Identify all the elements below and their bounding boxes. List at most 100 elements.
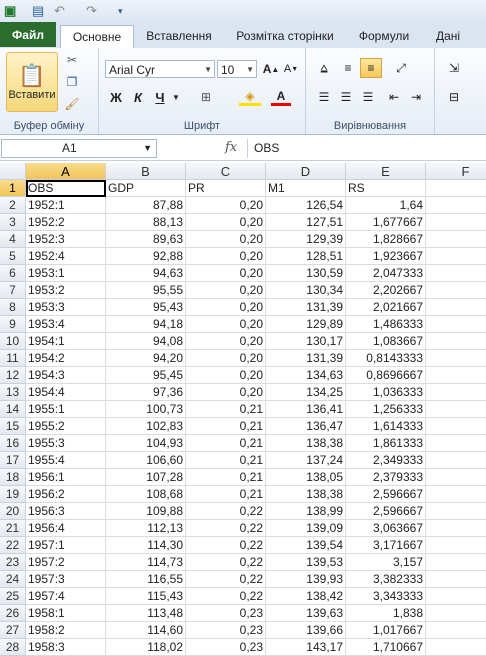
- row-header-14[interactable]: 14: [0, 401, 26, 418]
- column-header-a[interactable]: A: [26, 163, 106, 180]
- cell-e26[interactable]: 1,838: [346, 605, 426, 622]
- cell-c4[interactable]: 0,20: [186, 231, 266, 248]
- cell-d26[interactable]: 139,63: [266, 605, 346, 622]
- cell-a11[interactable]: 1954:2: [26, 350, 106, 367]
- cell-e4[interactable]: 1,828667: [346, 231, 426, 248]
- cell-f16[interactable]: [426, 435, 486, 452]
- row-header-3[interactable]: 3: [0, 214, 26, 231]
- cell-a8[interactable]: 1953:3: [26, 299, 106, 316]
- cell-e27[interactable]: 1,017667: [346, 622, 426, 639]
- grow-font-icon[interactable]: A ▲: [263, 60, 280, 78]
- tab-insert[interactable]: Вставлення: [140, 25, 218, 47]
- tab-formulas[interactable]: Формули: [352, 25, 416, 47]
- customize-qat-icon[interactable]: ▾: [118, 3, 123, 19]
- cell-d10[interactable]: 130,17: [266, 333, 346, 350]
- row-header-13[interactable]: 13: [0, 384, 26, 401]
- cell-b27[interactable]: 114,60: [106, 622, 186, 639]
- cell-d2[interactable]: 126,54: [266, 197, 346, 214]
- cell-c25[interactable]: 0,22: [186, 588, 266, 605]
- underline-dropdown-icon[interactable]: ▼: [171, 88, 181, 106]
- cell-a23[interactable]: 1957:2: [26, 554, 106, 571]
- cell-e11[interactable]: 0,8143333: [346, 350, 426, 367]
- cell-e21[interactable]: 3,063667: [346, 520, 426, 537]
- cell-c6[interactable]: 0,20: [186, 265, 266, 282]
- cell-d8[interactable]: 131,39: [266, 299, 346, 316]
- cell-e10[interactable]: 1,083667: [346, 333, 426, 350]
- cell-c13[interactable]: 0,20: [186, 384, 266, 401]
- column-header-f[interactable]: F: [426, 163, 486, 180]
- cell-c24[interactable]: 0,22: [186, 571, 266, 588]
- cell-a20[interactable]: 1956:3: [26, 503, 106, 520]
- cell-c3[interactable]: 0,20: [186, 214, 266, 231]
- column-header-c[interactable]: C: [186, 163, 266, 180]
- cell-f11[interactable]: [426, 350, 486, 367]
- column-header-b[interactable]: B: [106, 163, 186, 180]
- cell-a18[interactable]: 1956:1: [26, 469, 106, 486]
- cell-b15[interactable]: 102,83: [106, 418, 186, 435]
- cell-a17[interactable]: 1955:4: [26, 452, 106, 469]
- cut-icon[interactable]: ✂: [64, 52, 80, 68]
- tab-page-layout[interactable]: Розмітка сторінки: [226, 25, 344, 47]
- cell-d1[interactable]: M1: [266, 180, 346, 197]
- cell-e7[interactable]: 2,202667: [346, 282, 426, 299]
- cell-a1[interactable]: OBS: [26, 180, 106, 197]
- row-header-20[interactable]: 20: [0, 503, 26, 520]
- cell-d15[interactable]: 136,47: [266, 418, 346, 435]
- cell-b16[interactable]: 104,93: [106, 435, 186, 452]
- row-header-21[interactable]: 21: [0, 520, 26, 537]
- cell-a10[interactable]: 1954:1: [26, 333, 106, 350]
- cell-c8[interactable]: 0,20: [186, 299, 266, 316]
- cell-f28[interactable]: [426, 639, 486, 656]
- cell-b19[interactable]: 108,68: [106, 486, 186, 503]
- decrease-indent-icon[interactable]: ⇤: [384, 88, 404, 106]
- cell-a22[interactable]: 1957:1: [26, 537, 106, 554]
- cell-f8[interactable]: [426, 299, 486, 316]
- cell-a6[interactable]: 1953:1: [26, 265, 106, 282]
- cell-a4[interactable]: 1952:3: [26, 231, 106, 248]
- cell-e25[interactable]: 3,343333: [346, 588, 426, 605]
- cell-f25[interactable]: [426, 588, 486, 605]
- cell-e17[interactable]: 2,349333: [346, 452, 426, 469]
- cell-d16[interactable]: 138,38: [266, 435, 346, 452]
- cell-e16[interactable]: 1,861333: [346, 435, 426, 452]
- cell-a26[interactable]: 1958:1: [26, 605, 106, 622]
- cell-d11[interactable]: 131,39: [266, 350, 346, 367]
- row-header-22[interactable]: 22: [0, 537, 26, 554]
- cell-a25[interactable]: 1957:4: [26, 588, 106, 605]
- italic-button[interactable]: К: [129, 88, 147, 106]
- cell-b1[interactable]: GDP: [106, 180, 186, 197]
- copy-icon[interactable]: ❐: [64, 74, 80, 90]
- cell-c27[interactable]: 0,23: [186, 622, 266, 639]
- cell-f27[interactable]: [426, 622, 486, 639]
- cell-d3[interactable]: 127,51: [266, 214, 346, 231]
- format-painter-icon[interactable]: 🖌: [64, 96, 80, 112]
- cell-b22[interactable]: 114,30: [106, 537, 186, 554]
- cell-d28[interactable]: 143,17: [266, 639, 346, 656]
- font-name-combo[interactable]: Arial Cyr ▼: [105, 60, 215, 78]
- cell-f17[interactable]: [426, 452, 486, 469]
- cell-f7[interactable]: [426, 282, 486, 299]
- cell-e3[interactable]: 1,677667: [346, 214, 426, 231]
- cell-b20[interactable]: 109,88: [106, 503, 186, 520]
- cell-f20[interactable]: [426, 503, 486, 520]
- cell-b2[interactable]: 87,88: [106, 197, 186, 214]
- cell-b23[interactable]: 114,73: [106, 554, 186, 571]
- cell-b13[interactable]: 97,36: [106, 384, 186, 401]
- cell-f10[interactable]: [426, 333, 486, 350]
- cell-a19[interactable]: 1956:2: [26, 486, 106, 503]
- cell-f4[interactable]: [426, 231, 486, 248]
- cell-f13[interactable]: [426, 384, 486, 401]
- cell-d14[interactable]: 136,41: [266, 401, 346, 418]
- cell-f2[interactable]: [426, 197, 486, 214]
- cell-b14[interactable]: 100,73: [106, 401, 186, 418]
- save-icon[interactable]: ▤: [32, 3, 44, 19]
- cell-d20[interactable]: 138,99: [266, 503, 346, 520]
- row-header-19[interactable]: 19: [0, 486, 26, 503]
- cell-c20[interactable]: 0,22: [186, 503, 266, 520]
- cell-f24[interactable]: [426, 571, 486, 588]
- cell-a14[interactable]: 1955:1: [26, 401, 106, 418]
- paste-button[interactable]: 📋 Вставити: [6, 52, 58, 112]
- cell-c16[interactable]: 0,21: [186, 435, 266, 452]
- cell-a27[interactable]: 1958:2: [26, 622, 106, 639]
- cell-a16[interactable]: 1955:3: [26, 435, 106, 452]
